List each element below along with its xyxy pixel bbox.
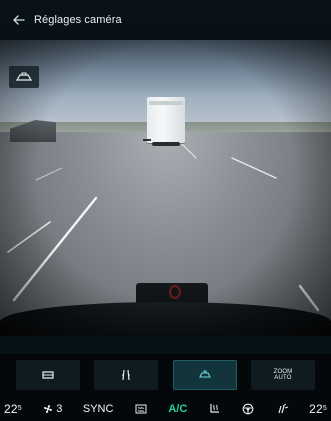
right-temperature[interactable]: 22 5 [309, 396, 327, 421]
fan-speed-value: 3 [56, 402, 63, 415]
page-title: Réglages caméra [34, 14, 122, 26]
rear-defrost-button[interactable] [134, 396, 148, 421]
guidelines-button[interactable] [94, 360, 159, 390]
zoom-auto-button[interactable]: ZOOM AUTO [250, 360, 315, 390]
rear-defrost-icon [135, 404, 147, 413]
header-bar: Réglages caméra [0, 0, 331, 40]
hitch-ring [169, 285, 181, 299]
camera-controls: ZOOM AUTO [0, 358, 331, 392]
right-temp-decimal: 5 [322, 405, 327, 412]
steering-wheel-icon [242, 403, 254, 414]
car-top-view-icon [42, 371, 54, 379]
left-temperature[interactable]: 22 5 [4, 396, 22, 421]
seat-heat-button[interactable] [208, 396, 222, 421]
rear-camera-button[interactable] [172, 360, 237, 390]
sync-button[interactable]: SYNC [83, 396, 114, 421]
trailer-wheels [152, 142, 180, 146]
steering-heat-button[interactable] [242, 396, 254, 421]
camera-mode-icon [16, 72, 32, 81]
seat-ventilation-icon [278, 403, 288, 413]
trailer [147, 97, 185, 143]
ac-button[interactable]: A/C [168, 396, 187, 421]
rear-bumper [0, 302, 331, 336]
fan-icon [44, 404, 53, 413]
trajectory-lines-icon [122, 369, 131, 381]
trailer-hitch [143, 139, 151, 141]
top-view-button[interactable] [16, 360, 80, 390]
left-temp-decimal: 5 [17, 405, 22, 412]
camera-view [0, 40, 331, 336]
seat-heat-icon [210, 403, 219, 413]
fan-control[interactable]: 3 [42, 396, 62, 421]
zoom-label-bottom: AUTO [274, 375, 292, 381]
right-temp-value: 22 [309, 401, 323, 416]
zoom-auto-label: ZOOM AUTO [274, 369, 293, 381]
climate-bar: 22 5 3 SYNC A/C 22 5 [0, 396, 331, 421]
camera-mode-button[interactable] [9, 66, 39, 88]
seat-ventilation-button[interactable] [275, 396, 289, 421]
divider-band [0, 336, 331, 354]
back-arrow-icon [13, 15, 25, 25]
left-temp-value: 22 [4, 401, 18, 416]
back-button[interactable] [6, 0, 32, 40]
rear-camera-icon [198, 370, 211, 378]
